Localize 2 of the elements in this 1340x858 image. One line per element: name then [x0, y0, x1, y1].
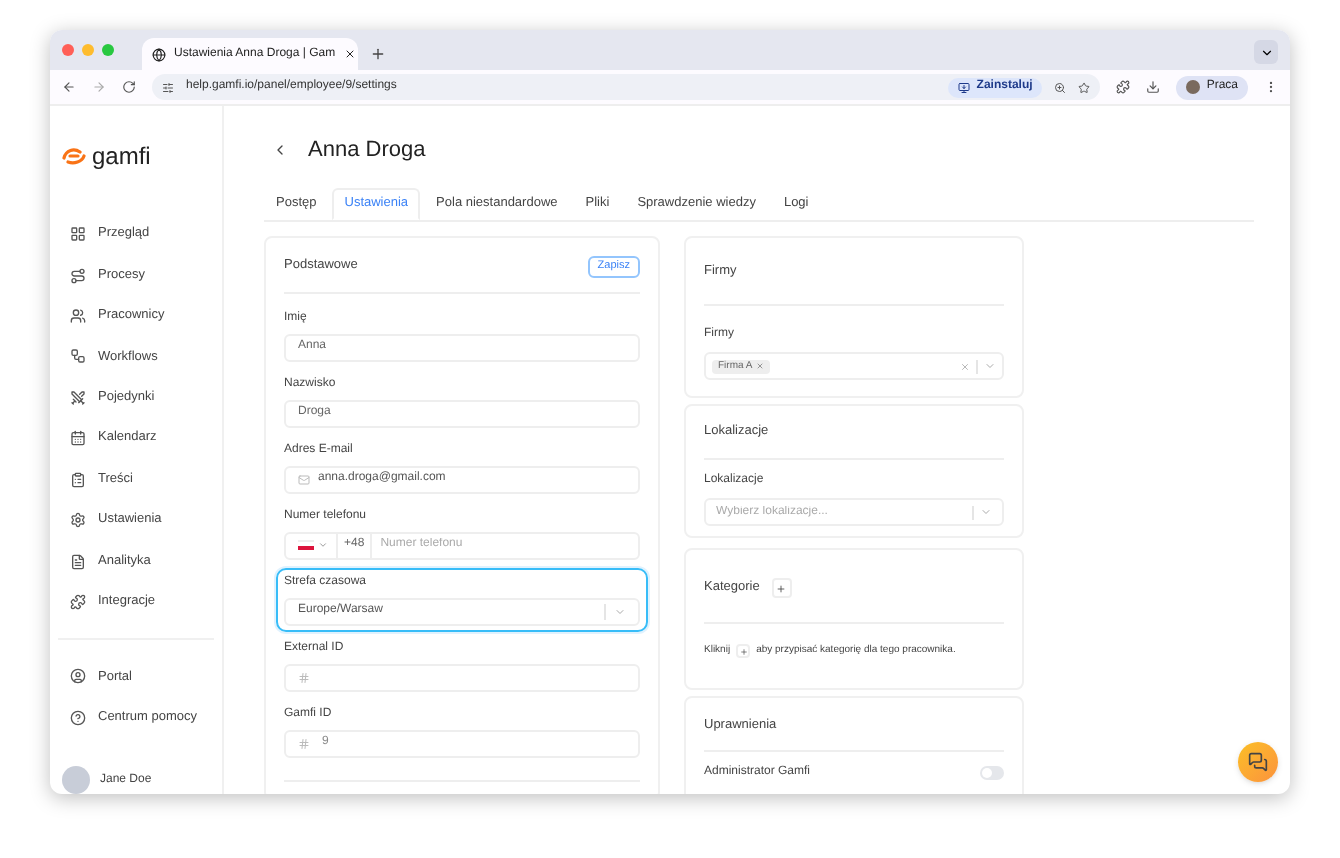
logo-text: gamfi [92, 140, 151, 174]
page-title: Anna Droga [308, 136, 426, 166]
